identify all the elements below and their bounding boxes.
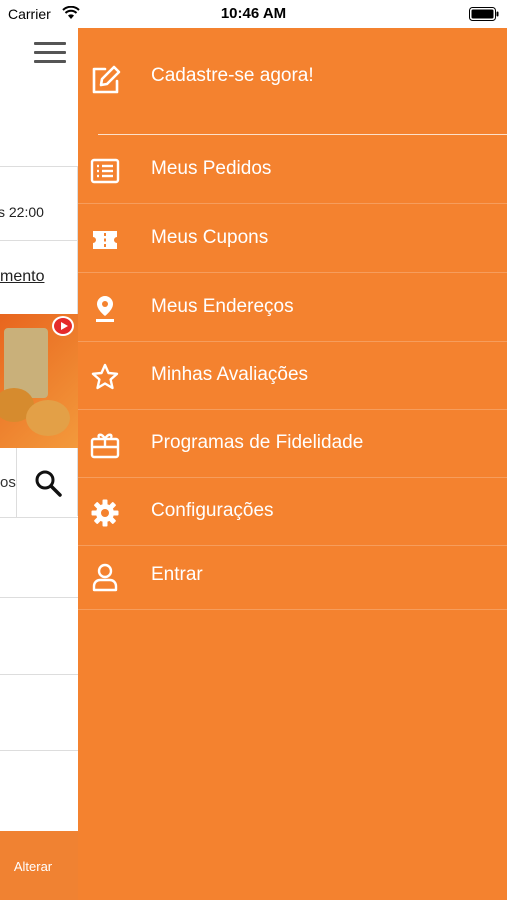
- menu-item-label: Programas de Fidelidade: [151, 432, 364, 453]
- alterar-label: Alterar: [13, 859, 53, 874]
- divider: [98, 134, 507, 135]
- ticket-icon: [90, 225, 120, 255]
- hamburger-menu-icon[interactable]: [34, 42, 66, 68]
- opening-hours-text: s 22:00: [0, 204, 44, 220]
- menu-item-meus-enderecos[interactable]: Meus Endereços: [78, 274, 507, 342]
- search-placeholder: os: [0, 474, 16, 491]
- menu-item-programas-de-fidelidade[interactable]: Programas de Fidelidade: [78, 410, 507, 478]
- video-play-icon[interactable]: [52, 316, 74, 336]
- menu-item-label: Meus Endereços: [151, 296, 294, 317]
- menu-item-meus-pedidos[interactable]: Meus Pedidos: [78, 136, 507, 204]
- menu-item-meus-cupons[interactable]: Meus Cupons: [78, 205, 507, 273]
- gift-card-icon: [90, 430, 120, 460]
- search-icon[interactable]: [34, 469, 62, 497]
- signup-label: Cadastre-se agora!: [151, 65, 314, 86]
- divider: [16, 448, 17, 518]
- menu-item-label: Meus Pedidos: [151, 158, 272, 179]
- menu-item-label: Meus Cupons: [151, 227, 269, 248]
- side-drawer: Cadastre-se agora! Meus Pedidos Meus Cup…: [78, 28, 507, 900]
- menu-item-label: Minhas Avaliações: [151, 364, 309, 385]
- divider: [0, 674, 78, 675]
- opening-hours-link[interactable]: mento: [0, 268, 44, 286]
- divider: [0, 166, 78, 167]
- menu-item-entrar[interactable]: Entrar: [78, 546, 507, 610]
- divider: [0, 750, 78, 751]
- star-icon: [90, 362, 120, 392]
- edit-icon: [90, 64, 122, 96]
- store-banner-image[interactable]: [0, 314, 78, 448]
- gear-icon: [90, 498, 120, 528]
- battery-icon: [469, 7, 499, 21]
- menu-item-label: Configurações: [151, 500, 274, 521]
- alterar-button[interactable]: Alterar: [0, 831, 78, 900]
- signup-link[interactable]: Cadastre-se agora!: [78, 28, 507, 126]
- menu-item-configuracoes[interactable]: Configurações: [78, 478, 507, 546]
- menu-item-label: Entrar: [151, 564, 203, 585]
- background-page: s 22:00 mento os Alterar: [0, 28, 78, 900]
- clock: 10:46 AM: [220, 5, 287, 22]
- location-pin-icon: [90, 294, 120, 324]
- status-bar: Carrier 10:46 AM: [0, 0, 507, 28]
- divider: [0, 597, 78, 598]
- divider: [0, 240, 78, 241]
- search-bar[interactable]: os: [0, 448, 78, 518]
- menu-item-minhas-avaliacoes[interactable]: Minhas Avaliações: [78, 342, 507, 410]
- user-icon: [90, 562, 120, 592]
- list-icon: [90, 156, 120, 186]
- bread-graphic: [26, 400, 70, 436]
